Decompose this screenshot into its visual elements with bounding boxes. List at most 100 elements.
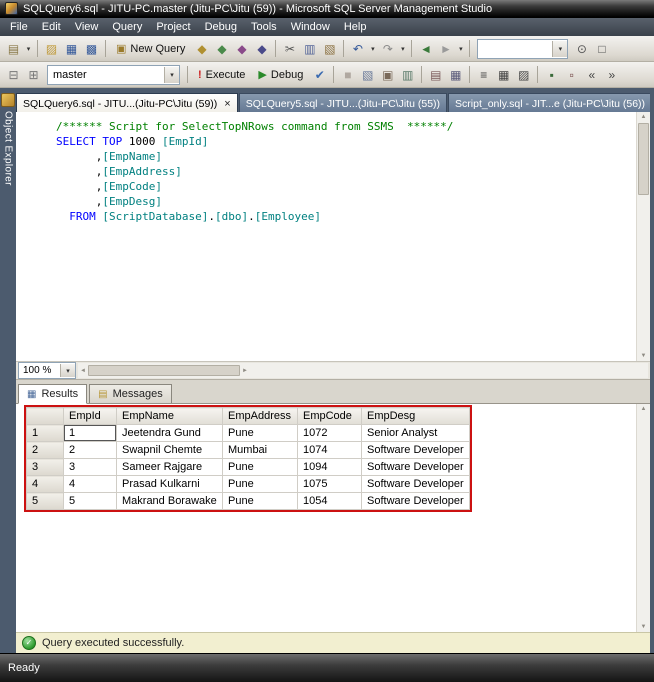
grid-cell[interactable]: 1075 [297, 475, 362, 493]
grid-cell[interactable]: Software Developer [361, 458, 470, 476]
include-actual-plan-icon[interactable]: ▤ [426, 65, 445, 84]
editor-vertical-scrollbar[interactable]: ▲ ▼ [636, 112, 650, 361]
grid-cell[interactable]: 3 [63, 458, 117, 476]
open-file-icon[interactable]: ▨ [42, 39, 61, 58]
decrease-indent-icon[interactable]: « [582, 65, 601, 84]
column-header-empdesg[interactable]: EmpDesg [361, 407, 470, 425]
results-to-text-icon[interactable]: ≡ [474, 65, 493, 84]
navigate-forward-icon[interactable]: ► [436, 39, 455, 58]
query-options-icon[interactable]: ▣ [378, 65, 397, 84]
menu-item-help[interactable]: Help [337, 19, 374, 35]
grid-cell[interactable]: Prasad Kulkarni [116, 475, 223, 493]
database-engine-query-icon[interactable]: ◆ [192, 39, 211, 58]
change-connection-icon[interactable]: ⊞ [24, 65, 43, 84]
new-item-dropdown-caret[interactable]: ▾ [24, 39, 33, 58]
increase-indent-icon[interactable]: » [602, 65, 621, 84]
grid-cell[interactable]: 1072 [297, 424, 362, 442]
results-tab-results[interactable]: ▦ Results [18, 384, 88, 404]
menu-item-window[interactable]: Window [284, 19, 337, 35]
menu-item-query[interactable]: Query [105, 19, 149, 35]
copy-icon[interactable]: ▥ [300, 39, 319, 58]
display-estimated-plan-icon[interactable]: ▧ [358, 65, 377, 84]
properties-window-icon[interactable]: □ [592, 39, 611, 58]
undo-icon[interactable]: ↶ [348, 39, 367, 58]
cut-icon[interactable]: ✂ [280, 39, 299, 58]
find-icon[interactable]: ⊙ [572, 39, 591, 58]
grid-cell[interactable]: 1094 [297, 458, 362, 476]
save-all-icon[interactable]: ▩ [82, 39, 101, 58]
new-query-button[interactable]: ▣ New Query [110, 39, 191, 59]
grid-cell[interactable]: Software Developer [361, 441, 470, 459]
comment-out-lines-icon[interactable]: ▪ [542, 65, 561, 84]
grid-cell[interactable]: Software Developer [361, 492, 470, 510]
column-header-empname[interactable]: EmpName [116, 407, 223, 425]
grid-cell[interactable]: 1 [63, 424, 117, 442]
scroll-left-icon[interactable]: ◄ [80, 367, 86, 375]
analysis-services-dmx-query-icon[interactable]: ◆ [232, 39, 251, 58]
navigate-dropdown-caret[interactable]: ▾ [456, 39, 465, 58]
redo-dropdown-caret[interactable]: ▾ [398, 39, 407, 58]
scroll-down-icon[interactable]: ▼ [641, 623, 647, 631]
results-to-grid-icon[interactable]: ▦ [494, 65, 513, 84]
row-header[interactable]: 2 [26, 441, 64, 459]
column-header-empcode[interactable]: EmpCode [297, 407, 362, 425]
editor-hscrollbar-thumb[interactable] [87, 365, 240, 376]
grid-cell[interactable]: 1054 [297, 492, 362, 510]
grid-corner-cell[interactable] [26, 407, 64, 425]
new-item-icon[interactable]: ▤ [4, 39, 23, 58]
results-vertical-scrollbar[interactable]: ▲ ▼ [636, 404, 650, 632]
available-databases-combo-caret[interactable]: ▾ [164, 66, 179, 83]
editor-scrollbar-thumb[interactable] [638, 123, 649, 195]
scroll-up-icon[interactable]: ▲ [641, 113, 647, 121]
tab-close-icon[interactable]: × [224, 98, 230, 109]
save-icon[interactable]: ▦ [62, 39, 81, 58]
grid-cell[interactable]: 1074 [297, 441, 362, 459]
grid-cell[interactable]: 4 [63, 475, 117, 493]
menu-item-file[interactable]: File [3, 19, 35, 35]
menu-item-view[interactable]: View [68, 19, 106, 35]
analysis-services-xmla-query-icon[interactable]: ◆ [252, 39, 271, 58]
row-header[interactable]: 3 [26, 458, 64, 476]
grid-cell[interactable]: Pune [222, 492, 298, 510]
row-header[interactable]: 1 [26, 424, 64, 442]
menu-item-tools[interactable]: Tools [244, 19, 284, 35]
menu-item-debug[interactable]: Debug [198, 19, 244, 35]
column-header-empid[interactable]: EmpId [63, 407, 117, 425]
grid-cell[interactable]: Pune [222, 475, 298, 493]
grid-cell[interactable]: Sameer Rajgare [116, 458, 223, 476]
intellisense-enabled-icon[interactable]: ▥ [398, 65, 417, 84]
uncomment-lines-icon[interactable]: ▫ [562, 65, 581, 84]
scroll-down-icon[interactable]: ▼ [641, 352, 647, 360]
paste-icon[interactable]: ▧ [320, 39, 339, 58]
results-tab-messages[interactable]: ▤ Messages [89, 384, 172, 403]
grid-cell[interactable]: Makrand Borawake [116, 492, 223, 510]
include-client-statistics-icon[interactable]: ▦ [446, 65, 465, 84]
zoom-combo[interactable]: 100 % ▾ [18, 362, 76, 379]
menu-item-project[interactable]: Project [149, 19, 197, 35]
grid-cell[interactable]: Swapnil Chemte [116, 441, 223, 459]
parse-icon[interactable]: ✔ [310, 65, 329, 84]
document-tab[interactable]: SQLQuery5.sql - JITU...(Jitu-PC\Jitu (55… [238, 93, 448, 112]
grid-cell[interactable]: Pune [222, 424, 298, 442]
scroll-up-icon[interactable]: ▲ [641, 405, 647, 413]
redo-icon[interactable]: ↷ [378, 39, 397, 58]
row-header[interactable]: 4 [26, 475, 64, 493]
editor-horizontal-scrollbar[interactable]: ◄ ► [78, 363, 648, 378]
grid-cell[interactable]: Software Developer [361, 475, 470, 493]
available-databases-combo[interactable]: master ▾ [47, 64, 180, 85]
results-to-file-icon[interactable]: ▨ [514, 65, 533, 84]
row-header[interactable]: 5 [26, 492, 64, 510]
grid-cell[interactable]: Pune [222, 458, 298, 476]
grid-cell[interactable]: Mumbai [222, 441, 298, 459]
column-header-empaddress[interactable]: EmpAddress [222, 407, 298, 425]
grid-cell[interactable]: Jeetendra Gund [116, 424, 223, 442]
grid-cell[interactable]: 5 [63, 492, 117, 510]
scroll-right-icon[interactable]: ► [242, 367, 248, 375]
cancel-executing-query-icon[interactable]: ■ [338, 65, 357, 84]
execute-button[interactable]: ! Execute [192, 65, 251, 85]
object-explorer-tab[interactable]: Object Explorer [1, 93, 15, 186]
document-tab[interactable]: SQLQuery6.sql - JITU...(Jitu-PC\Jitu (59… [16, 93, 238, 112]
connect-database-icon[interactable]: ⊟ [4, 65, 23, 84]
navigate-backward-icon[interactable]: ◄ [416, 39, 435, 58]
zoom-dropdown-caret[interactable]: ▾ [60, 364, 75, 377]
